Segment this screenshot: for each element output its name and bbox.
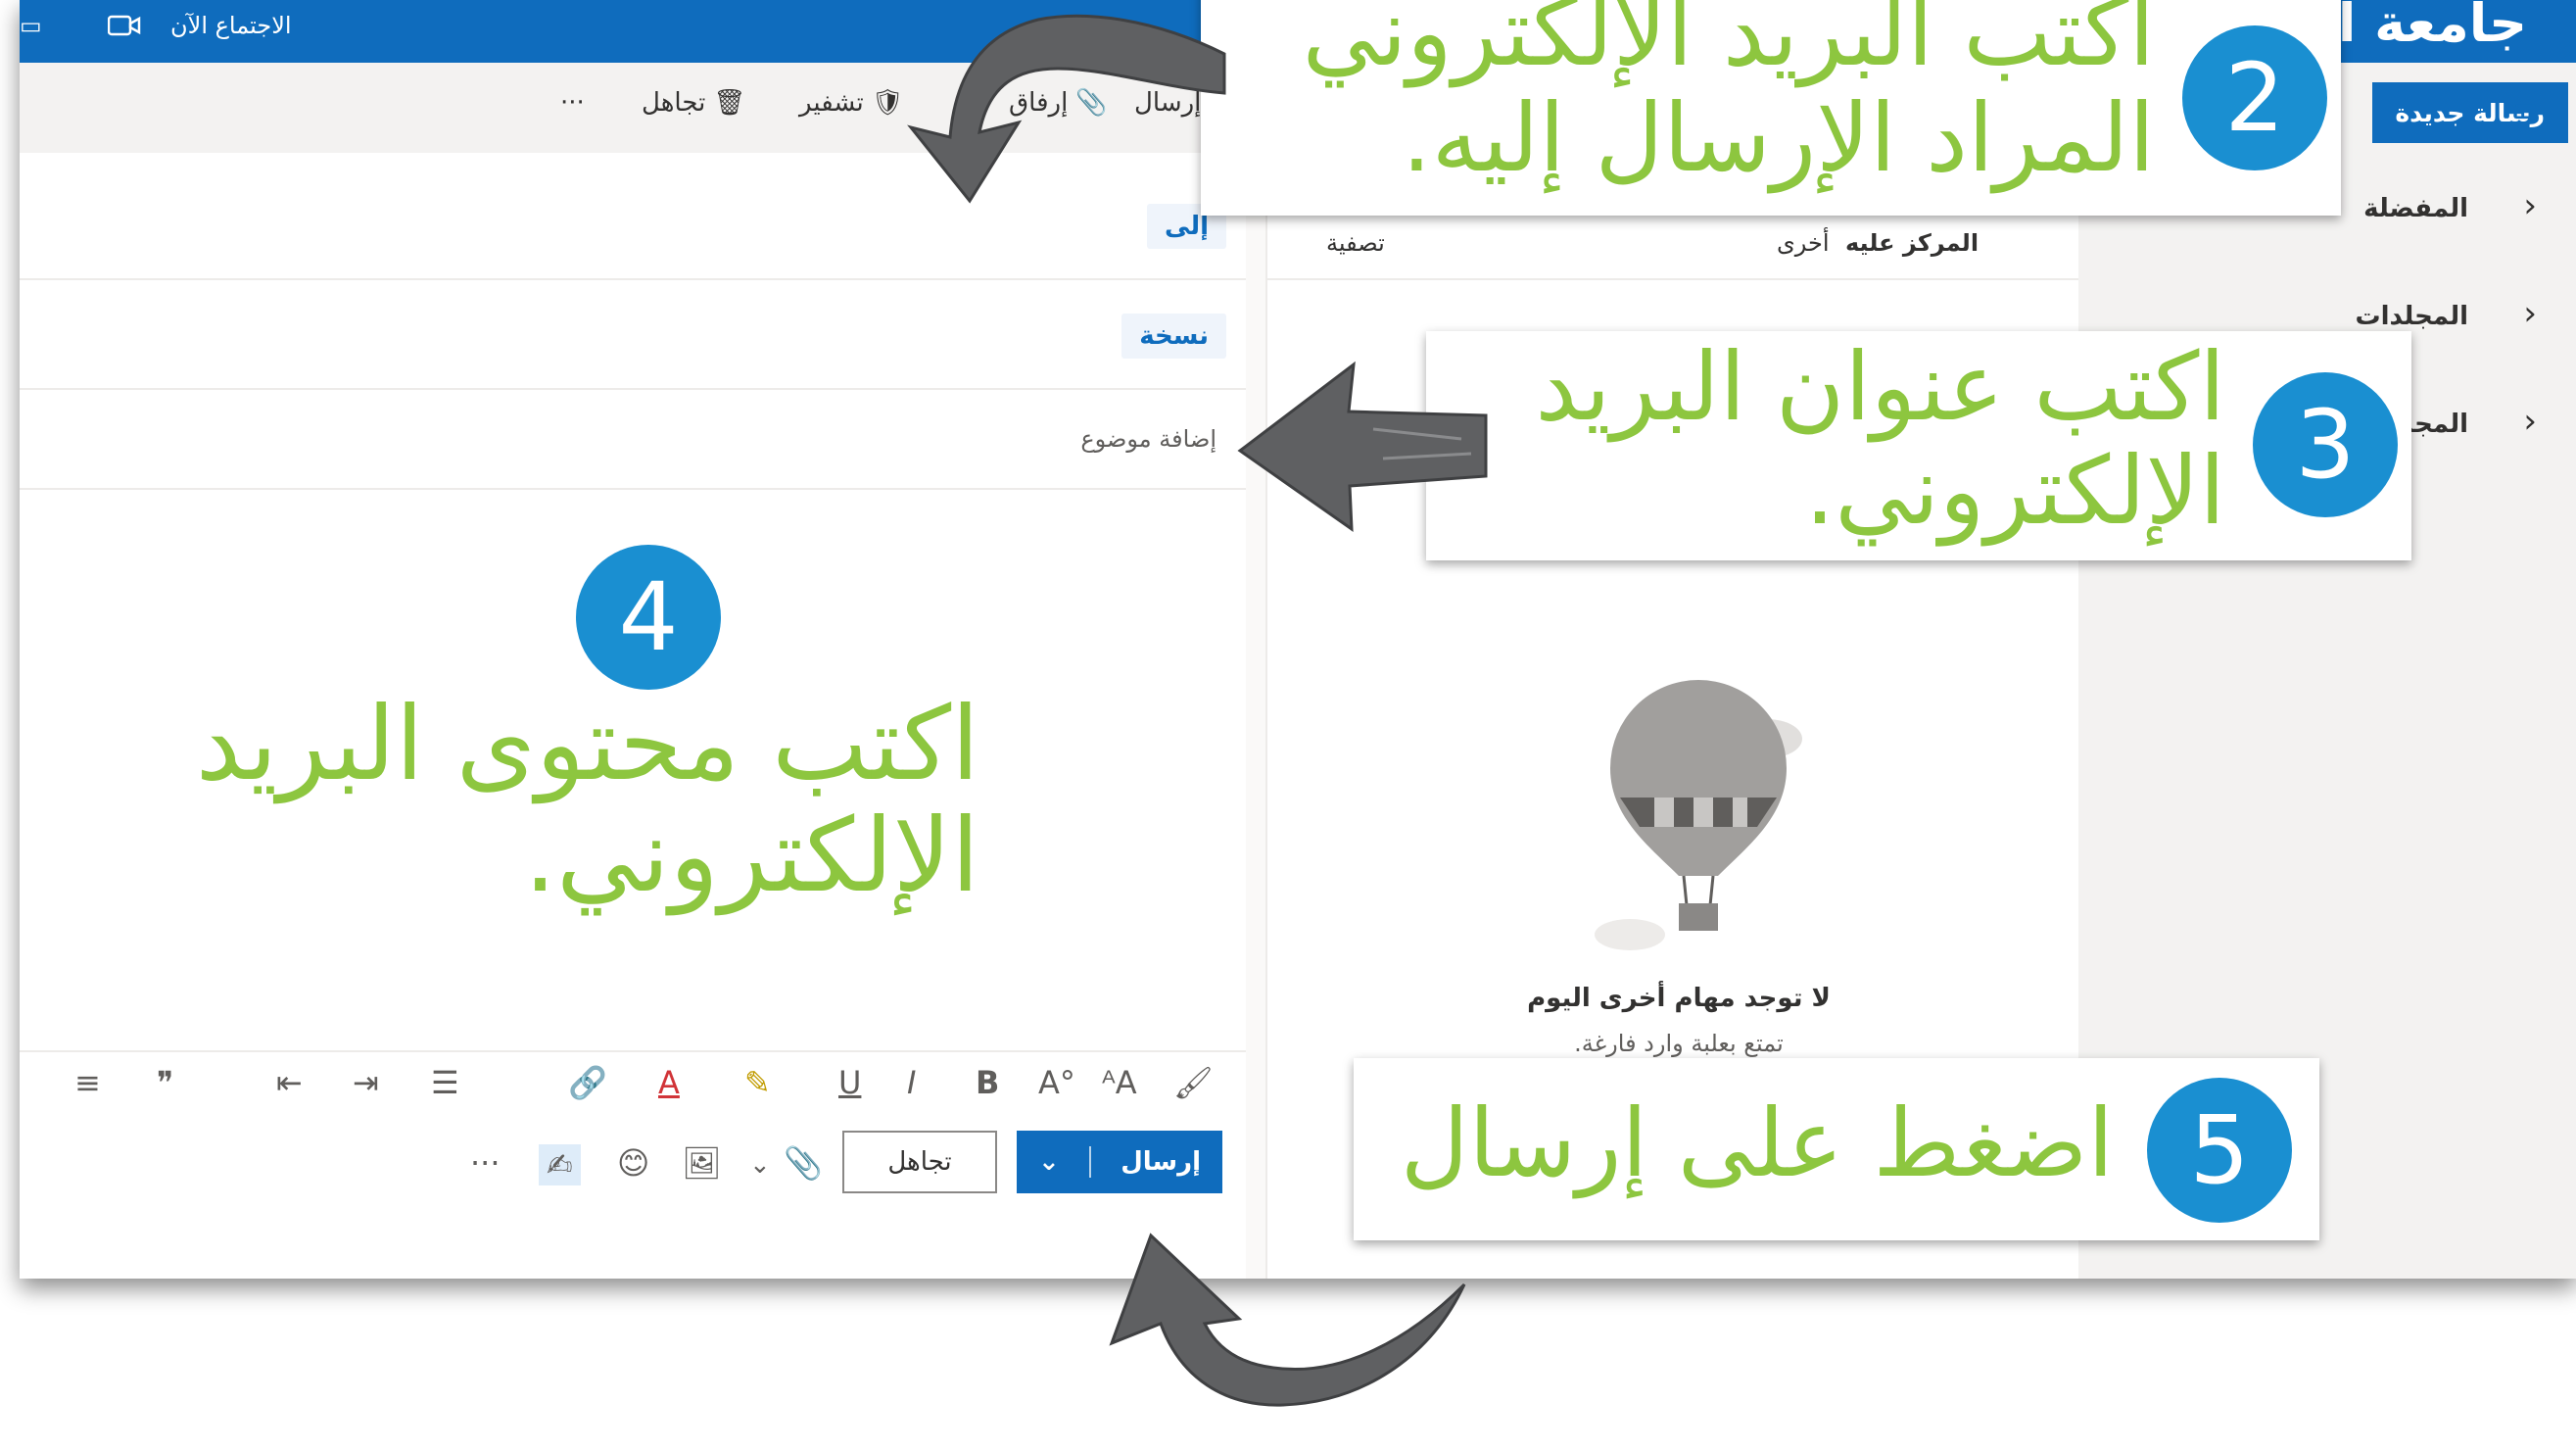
bullets-icon[interactable]: ☰ bbox=[431, 1064, 459, 1101]
subject-row bbox=[20, 390, 1246, 490]
editor-icon[interactable]: ✍ bbox=[539, 1144, 581, 1185]
more-icon: ··· bbox=[560, 88, 585, 118]
bold-icon[interactable]: B bbox=[976, 1064, 999, 1101]
underline-icon[interactable]: U bbox=[838, 1064, 861, 1101]
nav-item-folders-label: المجلدات bbox=[2355, 302, 2468, 331]
highlight-icon[interactable]: ✎ bbox=[744, 1064, 771, 1101]
numbering-icon[interactable]: ⇥ bbox=[353, 1064, 379, 1101]
organization-title: جامعة ا bbox=[2337, 0, 2527, 54]
cc-label-button[interactable]: نسخة bbox=[1121, 314, 1226, 359]
superscript-icon[interactable]: A° bbox=[1038, 1064, 1075, 1101]
empty-inbox-title: لا توجد مهام أخرى اليوم bbox=[1527, 984, 1831, 1013]
step3-badge: 3 bbox=[2253, 372, 2398, 517]
step2-callout: اكتب البريد الإلكتروني المراد الإرسال إل… bbox=[1201, 0, 2341, 216]
italic-icon[interactable]: I bbox=[907, 1064, 916, 1101]
link-icon[interactable]: 🔗 bbox=[568, 1064, 607, 1101]
emoji-icon[interactable]: 😊 bbox=[617, 1144, 649, 1182]
step3-line2: الإلكتروني. bbox=[1804, 436, 2225, 546]
step5-callout: اضغط على إرسال 5 bbox=[1354, 1058, 2319, 1240]
indent-icon[interactable]: ⇤ bbox=[276, 1064, 303, 1101]
send-button[interactable]: إرسال ⌄ bbox=[1017, 1131, 1222, 1193]
more-options-icon[interactable]: ··· bbox=[470, 1144, 501, 1182]
toolbar-discard-button[interactable]: 🗑 تجاهل bbox=[642, 88, 745, 118]
subject-input[interactable] bbox=[20, 390, 1226, 488]
calendar-icon[interactable]: ▭ bbox=[20, 12, 42, 39]
format-painter-icon[interactable]: 🖌 bbox=[1173, 1064, 1214, 1101]
chevron-down-icon[interactable]: ⌄ bbox=[1038, 1147, 1060, 1177]
discard-button-label: تجاهل bbox=[887, 1147, 952, 1177]
chevron-right-icon: › bbox=[2523, 402, 2537, 441]
step4-line1: اكتب محتوى البريد bbox=[195, 684, 979, 803]
video-camera-icon bbox=[108, 15, 141, 36]
meet-now-button[interactable]: الاجتماع الآن bbox=[108, 12, 292, 39]
toolbar-discard-label: تجاهل bbox=[642, 88, 706, 118]
toolbar-more-button[interactable]: ··· bbox=[560, 88, 585, 118]
attach-icon[interactable]: 📎 bbox=[784, 1144, 823, 1182]
step4-badge: 4 bbox=[576, 545, 721, 690]
step3-line1: اكتب عنوان البريد bbox=[1535, 332, 2225, 442]
nav-item-favorites-label: المفضلة bbox=[2363, 194, 2468, 223]
compose-action-bar: إرسال ⌄ تجاهل 📎 ⌄ 🖼 😊 ✍ ··· bbox=[20, 1131, 1246, 1209]
cc-field[interactable]: نسخة bbox=[20, 280, 1246, 390]
toolbar-encrypt-label: تشفير bbox=[799, 88, 864, 118]
hamburger-menu-icon[interactable]: ≡ bbox=[2512, 92, 2539, 129]
chevron-right-icon: › bbox=[2523, 186, 2537, 225]
tab-filter[interactable]: تصفية bbox=[1326, 229, 1385, 257]
chevron-right-icon: › bbox=[2523, 294, 2537, 333]
tab-focused[interactable]: المركز عليه bbox=[1845, 229, 1979, 257]
font-size-icon[interactable]: ᴬA bbox=[1102, 1064, 1137, 1101]
step2-line2: المراد الإرسال إليه. bbox=[1402, 83, 2155, 193]
align-icon[interactable]: ≡ bbox=[74, 1064, 101, 1101]
meet-now-label: الاجتماع الآن bbox=[170, 12, 292, 39]
step4-line2: الإلكتروني. bbox=[523, 796, 979, 915]
step5-curved-arrow bbox=[1109, 1233, 1466, 1407]
formatting-toolbar: 🖌 ᴬA A° B I U ✎ A 🔗 ☰ ⇥ ⇤ ❞ ≡ bbox=[20, 1050, 1246, 1121]
tab-other[interactable]: أخرى bbox=[1777, 229, 1830, 257]
quote-icon[interactable]: ❞ bbox=[157, 1064, 173, 1101]
insert-picture-icon[interactable]: 🖼 bbox=[682, 1144, 722, 1182]
step2-badge: 2 bbox=[2182, 25, 2327, 170]
font-color-icon[interactable]: A bbox=[658, 1064, 680, 1101]
new-message-button[interactable]: رسالة جديدة bbox=[2372, 82, 2568, 143]
step5-line1: اضغط على إرسال bbox=[1400, 1088, 2114, 1198]
step3-left-arrow bbox=[1237, 361, 1488, 532]
step2-line1: اكتب البريد الإلكتروني bbox=[1302, 0, 2155, 87]
attach-chevron-icon[interactable]: ⌄ bbox=[749, 1150, 771, 1180]
step3-callout: اكتب عنوان البريد الإلكتروني. 3 bbox=[1426, 331, 2411, 560]
step5-badge: 5 bbox=[2147, 1078, 2292, 1223]
send-button-label: إرسال bbox=[1121, 1147, 1201, 1177]
hot-air-balloon-icon bbox=[1595, 680, 1802, 950]
step2-curved-arrow bbox=[907, 14, 1226, 204]
discard-button[interactable]: تجاهل bbox=[842, 1131, 997, 1193]
send-split-divider bbox=[1089, 1146, 1092, 1178]
empty-inbox-subtitle: تمتع بعلبة وارد فارغة. bbox=[1574, 1030, 1784, 1057]
trash-icon: 🗑 bbox=[713, 88, 746, 118]
